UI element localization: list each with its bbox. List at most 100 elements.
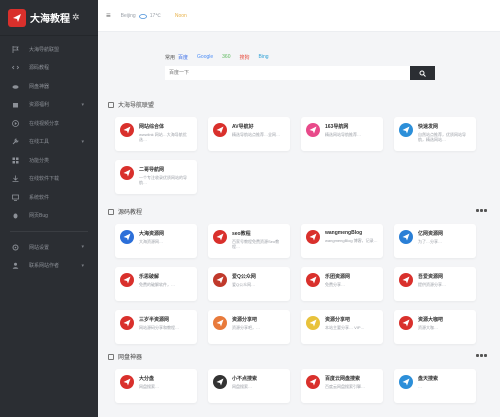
code-icon [12, 64, 19, 71]
site-card[interactable]: 资源大咖吧 资源大咖… [394, 310, 476, 344]
site-card-title: 网站综合体 [139, 124, 165, 130]
search-tab-4[interactable]: Bing [259, 54, 269, 60]
sidebar-item-label: 在线工具 [29, 139, 50, 146]
site-card[interactable]: 盘天搜索… [394, 369, 476, 403]
search-box: 常用 百度 Google 360 搜狗 Bing [165, 52, 435, 80]
more-icon[interactable] [476, 209, 488, 212]
sidebar-item-2[interactable]: 网盘神器 [0, 77, 98, 96]
site-logo-icon [306, 375, 320, 389]
site-card-desc: 大海资源网… [139, 239, 163, 244]
site-card-desc: 提供资源分享… [418, 282, 446, 287]
site-logo-icon [399, 230, 413, 244]
flag-icon [12, 45, 19, 53]
site-card[interactable]: 亿网资源网 为了…分享… [394, 224, 476, 258]
site-card-text: 二哥导航网 一个专注收录优质网站的导航… [139, 166, 192, 188]
site-card-desc: 网盘搜索… [232, 384, 252, 389]
site-card[interactable]: 乐团资源网免费分享… [301, 267, 383, 301]
more-icon[interactable] [476, 354, 488, 357]
sidebar-item-label: 在线视频分享 [29, 120, 60, 127]
sidebar-nav: 大海导航联盟源码教程网盘神器资源福利 ▾ 在线视频分享在线工具 ▾ 功能分类 在线软件下载… [0, 36, 98, 275]
site-card[interactable]: 爱Q公众网 爱Q公众网… [208, 267, 290, 301]
sidebar-item-0[interactable]: 大海导航联盟 [0, 40, 98, 59]
site-card[interactable]: 吾爱资源网 提供资源分享… [394, 267, 476, 301]
bug-icon [12, 212, 19, 219]
site-card-desc: 一个专注收录优质网站的导航… [139, 175, 187, 185]
site-card[interactable]: seo教程 百家号教程免费资源Seo教程… [208, 224, 290, 258]
gift-icon [12, 101, 19, 108]
site-logo-icon [306, 316, 320, 330]
sidebar-item-7[interactable]: 在线软件下载 [0, 170, 98, 189]
site-card[interactable]: wangmengBlog wangmengBlog 博客，记录… [301, 224, 383, 258]
sidebar-item-5[interactable]: 在线工具 ▾ [0, 133, 98, 152]
site-card[interactable]: 百度云网盘搜索 百度云网盘搜索引擎… [301, 369, 383, 403]
sparkle-icon: ✲ [72, 12, 80, 22]
sidebar-item-8[interactable]: 系统软件 [0, 188, 98, 207]
site-card-title: 亿网资源网 [418, 231, 444, 237]
grid-icon [12, 157, 19, 164]
site-card[interactable]: AV导航好 精选导航站点推荐…全网… [208, 117, 290, 151]
site-card[interactable]: 二哥导航网 一个专注收录优质网站的导航… [115, 160, 197, 194]
site-card-title: 乐团资源网 [325, 274, 351, 280]
site-logo-icon [306, 123, 320, 137]
sidebar-item-bottom-1[interactable]: 联系网站作者 ▾ [0, 257, 98, 276]
brand[interactable]: 大海教程 ✲ [0, 0, 98, 36]
site-card-desc: 百家号教程免费资源Seo教程… [232, 239, 280, 249]
search-tab-3[interactable]: 搜狗 [240, 54, 250, 61]
site-card[interactable]: 网站综合体 wwwlink 网站…大海导航优选… [115, 117, 197, 151]
sidebar-item-3[interactable]: 资源福利 ▾ [0, 96, 98, 115]
weather-temp: 17℃ [149, 12, 161, 19]
site-card-desc: 免费分享… [325, 282, 345, 287]
tool-icon [12, 138, 19, 145]
site-card[interactable]: 163导航网精选网站导航推荐… [301, 117, 383, 151]
sidebar-item-label: 资源福利 [29, 102, 50, 109]
section-title-text: 大海导航联盟 [118, 103, 155, 109]
site-logo-icon [120, 230, 134, 244]
site-card[interactable]: 资源分享吧 本站主要分享… VIP… [301, 310, 383, 344]
site-card-text: 乐团资源网免费分享… [325, 273, 350, 295]
sidebar-item-9[interactable]: 网页Bug [0, 207, 98, 226]
search-button[interactable] [410, 66, 435, 80]
site-card[interactable]: 小不点搜索 网盘搜索… [208, 369, 290, 403]
site-card-text: 资源大咖吧 资源大咖… [418, 316, 443, 338]
site-logo-icon [306, 230, 320, 244]
search-tab-2[interactable]: 360 [222, 54, 230, 60]
site-card-title: AV导航好 [232, 124, 254, 130]
site-card[interactable]: 资源分享吧 资源分享吧，… [208, 310, 290, 344]
site-logo-icon [399, 316, 413, 330]
sidebar-item-4[interactable]: 在线视频分享 [0, 114, 98, 133]
site-card[interactable]: 乐思破解 免费的破解软件，… [115, 267, 197, 301]
menu-icon[interactable]: ≡ [106, 11, 111, 20]
search-engine-tabs: 常用 百度 Google 360 搜狗 Bing [165, 52, 435, 62]
site-logo-icon [306, 273, 320, 287]
sidebar-item-1[interactable]: 源码教程 [0, 59, 98, 78]
sidebar-item-6[interactable]: 功能分类 [0, 151, 98, 170]
sidebar-item-bottom-0[interactable]: 网站设置 ▾ [0, 238, 98, 257]
site-card-title: 163导航网 [325, 124, 349, 130]
sidebar-item-label: 网页Bug [29, 213, 48, 220]
site-logo-icon [399, 375, 413, 389]
site-card-title: 资源分享吧 [232, 317, 258, 323]
site-card-text: 百度云网盘搜索 百度云网盘搜索引擎… [325, 375, 365, 397]
site-card-title: 百度云网盘搜索 [325, 376, 361, 382]
search-category-label[interactable]: 常用 [165, 54, 175, 61]
site-card[interactable]: 快速发网 自然站点推荐，优质网站导航，精选网站… [394, 117, 476, 151]
site-card-desc: 精选网站导航推荐… [325, 132, 361, 137]
search-tab-1[interactable]: Google [197, 54, 213, 60]
site-card-desc: 网站源码分享和教程… [139, 325, 179, 330]
site-card[interactable]: 大海资源网大海资源网… [115, 224, 197, 258]
site-logo-icon [120, 166, 134, 180]
section-title: 源码教程 [108, 207, 142, 216]
sidebar-item-label: 网盘神器 [29, 83, 50, 90]
search-tab-0[interactable]: 百度 [178, 54, 188, 61]
site-card-text: 163导航网精选网站导航推荐… [325, 123, 361, 145]
search-input[interactable] [165, 66, 410, 80]
site-card-title: 大分盘 [139, 376, 155, 382]
site-card[interactable]: 大分盘 网盘搜索… [115, 369, 197, 403]
site-logo-icon [213, 375, 227, 389]
section-title-text: 网盘神器 [118, 355, 143, 361]
sidebar-item-label: 源码教程 [29, 65, 50, 72]
site-card-desc: 爱Q公众网… [232, 282, 256, 287]
site-card[interactable]: 三岁半资源网 网站源码分享和教程… [115, 310, 197, 344]
site-card-title: 大海资源网 [139, 231, 165, 237]
site-card-text: 资源分享吧 本站主要分享… VIP… [325, 316, 365, 338]
